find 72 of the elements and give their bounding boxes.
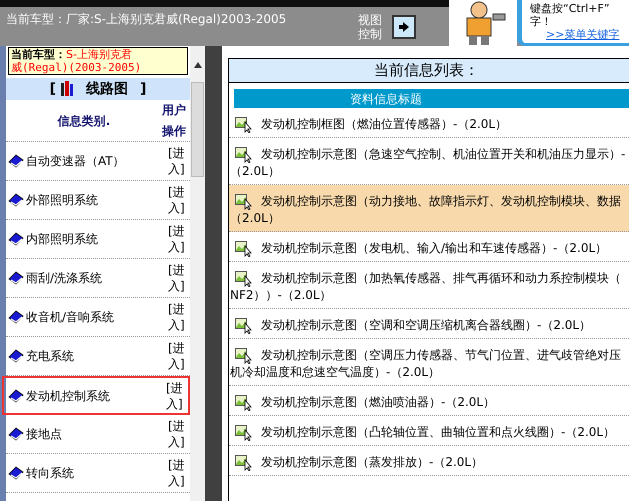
info-title: 发动机控制示意图（凸轮轴位置、曲轴位置和点火线圈）-（2.0L） xyxy=(261,424,616,441)
arrow-right-icon xyxy=(399,22,409,32)
column-header: 信息类别. xyxy=(56,112,112,130)
category-label: 发动机控制系统 xyxy=(26,388,111,404)
info-title: 发动机控制示意图（燃油喷油器）-（2.0L） xyxy=(261,394,496,411)
book-icon xyxy=(8,193,24,207)
enter-link[interactable]: [进入] xyxy=(168,418,190,450)
book-icon xyxy=(8,349,24,363)
menu-keyword-link[interactable]: >>菜单关键字 xyxy=(530,28,629,42)
picture-cursor-icon xyxy=(235,348,253,364)
info-title: NF2））-（2.0L） xyxy=(230,287,332,304)
tip-text: 键盘按“Ctrl+F” xyxy=(530,2,611,15)
enter-link[interactable]: [进入] xyxy=(168,457,190,489)
category-label: 内部照明系统 xyxy=(26,231,99,248)
enter-link[interactable]: [进入] xyxy=(168,262,190,294)
category-label: 转向系统 xyxy=(26,465,75,482)
diagram-icon xyxy=(60,81,74,97)
book-icon xyxy=(8,388,24,402)
column-header: 资料信息标题 xyxy=(234,89,629,108)
picture-cursor-icon xyxy=(235,425,253,441)
info-title: 机冷却温度和怠速空气温度）-（2.0L） xyxy=(230,364,440,381)
enter-link[interactable]: [进入] xyxy=(168,301,190,333)
model-line: 当前车型：S-上海别克君 xyxy=(11,48,133,61)
list-title: 当前信息列表： xyxy=(374,60,479,82)
info-title: （2.0L） xyxy=(230,163,280,180)
model-line: 威(Regal)(2003-2005) xyxy=(11,61,142,74)
info-title: 发动机控制示意图（动力接地、故障指示灯、发动机控制模块、数据 xyxy=(261,193,621,210)
bracket-text: [ xyxy=(50,80,56,98)
enter-link[interactable]: [进入] xyxy=(166,380,188,412)
book-icon xyxy=(8,310,24,324)
picture-cursor-icon xyxy=(235,395,253,411)
category-label: 充电系统 xyxy=(26,348,75,365)
picture-cursor-icon xyxy=(235,117,253,133)
category-label: 雨刮/洗涤系统 xyxy=(26,270,104,287)
picture-cursor-icon xyxy=(235,271,253,287)
enter-link[interactable]: [进入] xyxy=(168,145,190,177)
category-label: 自动变速器（AT） xyxy=(26,153,126,170)
tip-text: 字！ xyxy=(530,15,553,28)
book-icon xyxy=(8,232,24,246)
category-row[interactable]: 发动机控制系统 [进入] xyxy=(2,376,190,415)
picture-cursor-icon xyxy=(235,241,253,257)
info-row[interactable]: 发动机控制示意图（动力接地、故障指示灯、发动机控制模块、数据 （2.0L） xyxy=(229,185,629,232)
scroll-up-icon[interactable] xyxy=(194,62,202,68)
picture-cursor-icon xyxy=(235,318,253,334)
picture-cursor-icon xyxy=(235,194,253,210)
info-title: 发动机控制示意图（急速空气控制、机油位置开关和机油压力显示）- xyxy=(261,146,626,163)
category-label: 收音机/音响系统 xyxy=(26,309,116,326)
category-label: 外部照明系统 xyxy=(26,192,99,209)
info-title: 发动机控制示意图（空调和空调压缩机离合器线圈）-（2.0L） xyxy=(261,317,592,334)
book-icon xyxy=(8,427,24,441)
info-title: 发动机控制示意图（发电机、输入/输出和车速传感器）-（2.0L） xyxy=(261,240,608,257)
view-control-label: 视图控制 xyxy=(358,13,383,41)
info-title: （2.0L） xyxy=(230,210,280,227)
current-model-text: 当前车型：厂家:S-上海别克君威(Regal)2003-2005 xyxy=(6,11,288,28)
bracket-text: ] xyxy=(140,80,146,98)
book-icon xyxy=(8,271,24,285)
book-icon xyxy=(8,466,24,480)
info-title: 发动机控制示意图（空调压力传感器、节气门位置、进气歧管绝对压 xyxy=(261,347,621,364)
info-title: 发动机控制框图（燃油位置传感器）-（2.0L） xyxy=(261,116,508,133)
picture-cursor-icon xyxy=(235,455,253,471)
scroll-thumb[interactable] xyxy=(191,82,204,177)
enter-link[interactable]: [进入] xyxy=(168,340,190,372)
enter-link[interactable]: [进入] xyxy=(168,184,190,216)
info-title: 发动机控制示意图（蒸发排放）-（2.0L） xyxy=(261,454,484,471)
arrow-button[interactable] xyxy=(392,15,416,39)
category-label: 接地点 xyxy=(26,426,63,443)
column-header: 用户操作 xyxy=(162,102,187,140)
enter-link[interactable]: [进入] xyxy=(168,223,190,255)
info-title: 发动机控制示意图（加热氧传感器、排气再循环和动力系控制模块（ xyxy=(261,270,621,287)
book-icon xyxy=(8,154,24,168)
section-title: 线路图 xyxy=(86,80,128,98)
picture-cursor-icon xyxy=(235,147,253,163)
